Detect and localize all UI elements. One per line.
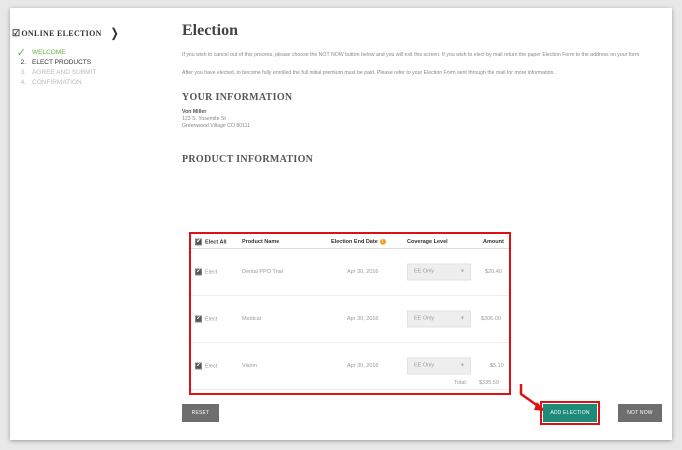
person-street: 123 S. Yosemite St [182, 116, 226, 122]
total-row: Total: $335.59 [191, 376, 509, 390]
step-elect-products[interactable]: 2. ELECT PRODUCTS [12, 57, 172, 67]
coverage-header: Coverage Level [407, 239, 448, 245]
step-number: 2. [20, 58, 26, 66]
intro-text: If you wish to cancel out of this proces… [182, 52, 640, 58]
add-election-button[interactable]: ADD ELECTION [540, 401, 600, 425]
product-table: ✔ Elect All Product Name Election End Dat… [189, 232, 511, 395]
end-date: Apr 30, 2016 [347, 363, 379, 369]
total-value: $335.59 [479, 380, 499, 386]
person-city: Greenwood Village CO 80111 [182, 123, 251, 129]
end-date: Apr 30, 2016 [347, 316, 379, 322]
product-name: Medical [242, 316, 261, 322]
coverage-value: EE Only [414, 315, 435, 322]
coverage-value: EE Only [414, 362, 435, 369]
step-welcome[interactable]: ✓ WELCOME [12, 46, 172, 59]
step-number: 4. [20, 78, 26, 86]
step-label: WELCOME [32, 48, 66, 56]
step-agree-and-submit: 3. AGREE AND SUBMIT [12, 67, 172, 77]
person-name: Von Miller [182, 109, 207, 115]
checkbox-checked-icon: ✔ [195, 238, 202, 246]
product-name: Dental PPO Trial [242, 269, 283, 275]
product-information-heading: PRODUCT INFORMATION [182, 154, 314, 165]
amount-header: Amount [483, 239, 504, 245]
elect-checkbox[interactable]: ✔ Elect [195, 315, 218, 323]
product-name-header: Product Name [242, 239, 280, 245]
checkbox-checked-icon: ✔ [195, 315, 202, 323]
check-icon: ✓ [16, 46, 26, 59]
checkbox-checked-icon: ✔ [195, 268, 202, 276]
table-row: ✔ Elect Medical Apr 30, 2016 EE Only ▼ $3… [191, 296, 509, 343]
elect-label: Elect [205, 363, 218, 370]
info-icon[interactable]: ! [379, 238, 386, 245]
amount-value: $306.09 [481, 316, 501, 322]
elect-checkbox[interactable]: ✔ Elect [195, 362, 218, 370]
elect-label: Elect [205, 269, 218, 276]
caret-down-icon: ▼ [460, 268, 465, 275]
step-confirmation: 4. CONFIRMATION [12, 77, 172, 87]
checkbox-checked-icon: ✔ [195, 362, 202, 370]
product-name: Vision [242, 363, 257, 369]
amount-value: $5.10 [490, 363, 504, 369]
end-date: Apr 30, 2016 [347, 269, 379, 275]
step-number: 3. [20, 68, 26, 76]
page-title: Election [182, 22, 238, 39]
sidebar-title-label: ONLINE ELECTION [21, 29, 102, 38]
step-label: AGREE AND SUBMIT [32, 68, 97, 76]
end-date-header: Election End Date! [331, 238, 386, 246]
note-text: After you have elected, to become fully … [182, 70, 555, 76]
sidebar-title: ☑ ONLINE ELECTION ❭ [12, 26, 172, 41]
table-header: ✔ Elect All Product Name Election End Dat… [191, 236, 509, 249]
elect-checkbox[interactable]: ✔ Elect [195, 268, 218, 276]
chevron-right-icon[interactable]: ❭ [110, 26, 120, 41]
check-box-icon: ☑ [12, 28, 21, 38]
step-list: ✓ WELCOME 2. ELECT PRODUCTS 3. AGREE AND… [12, 47, 172, 87]
elect-label: Elect [205, 316, 218, 323]
step-label: CONFIRMATION [32, 78, 82, 86]
step-label: ELECT PRODUCTS [32, 58, 92, 66]
coverage-value: EE Only [414, 268, 435, 275]
coverage-select[interactable]: EE Only ▼ [407, 310, 471, 328]
total-label: Total: [454, 380, 468, 386]
end-date-header-label: Election End Date [331, 239, 378, 246]
caret-down-icon: ▼ [460, 362, 465, 369]
sidebar: ☑ ONLINE ELECTION ❭ ✓ WELCOME 2. ELECT P… [12, 26, 172, 87]
personal-info: Von Miller 123 S. Yosemite St Greenwood … [182, 109, 652, 130]
not-now-button[interactable]: NOT NOW [618, 404, 662, 422]
elect-all-checkbox[interactable]: ✔ Elect All [195, 238, 227, 246]
elect-all-label: Elect All [205, 239, 227, 246]
caret-down-icon: ▼ [460, 315, 465, 322]
coverage-select[interactable]: EE Only ▼ [407, 263, 471, 281]
coverage-select[interactable]: EE Only ▼ [407, 357, 471, 375]
your-information-heading: YOUR INFORMATION [182, 92, 293, 103]
amount-value: $20.40 [485, 269, 502, 275]
main-content: Election If you wish to cancel out of th… [182, 22, 652, 395]
reset-button[interactable]: RESET [182, 404, 219, 422]
table-row: ✔ Elect Dental PPO Trial Apr 30, 2016 EE … [191, 249, 509, 296]
